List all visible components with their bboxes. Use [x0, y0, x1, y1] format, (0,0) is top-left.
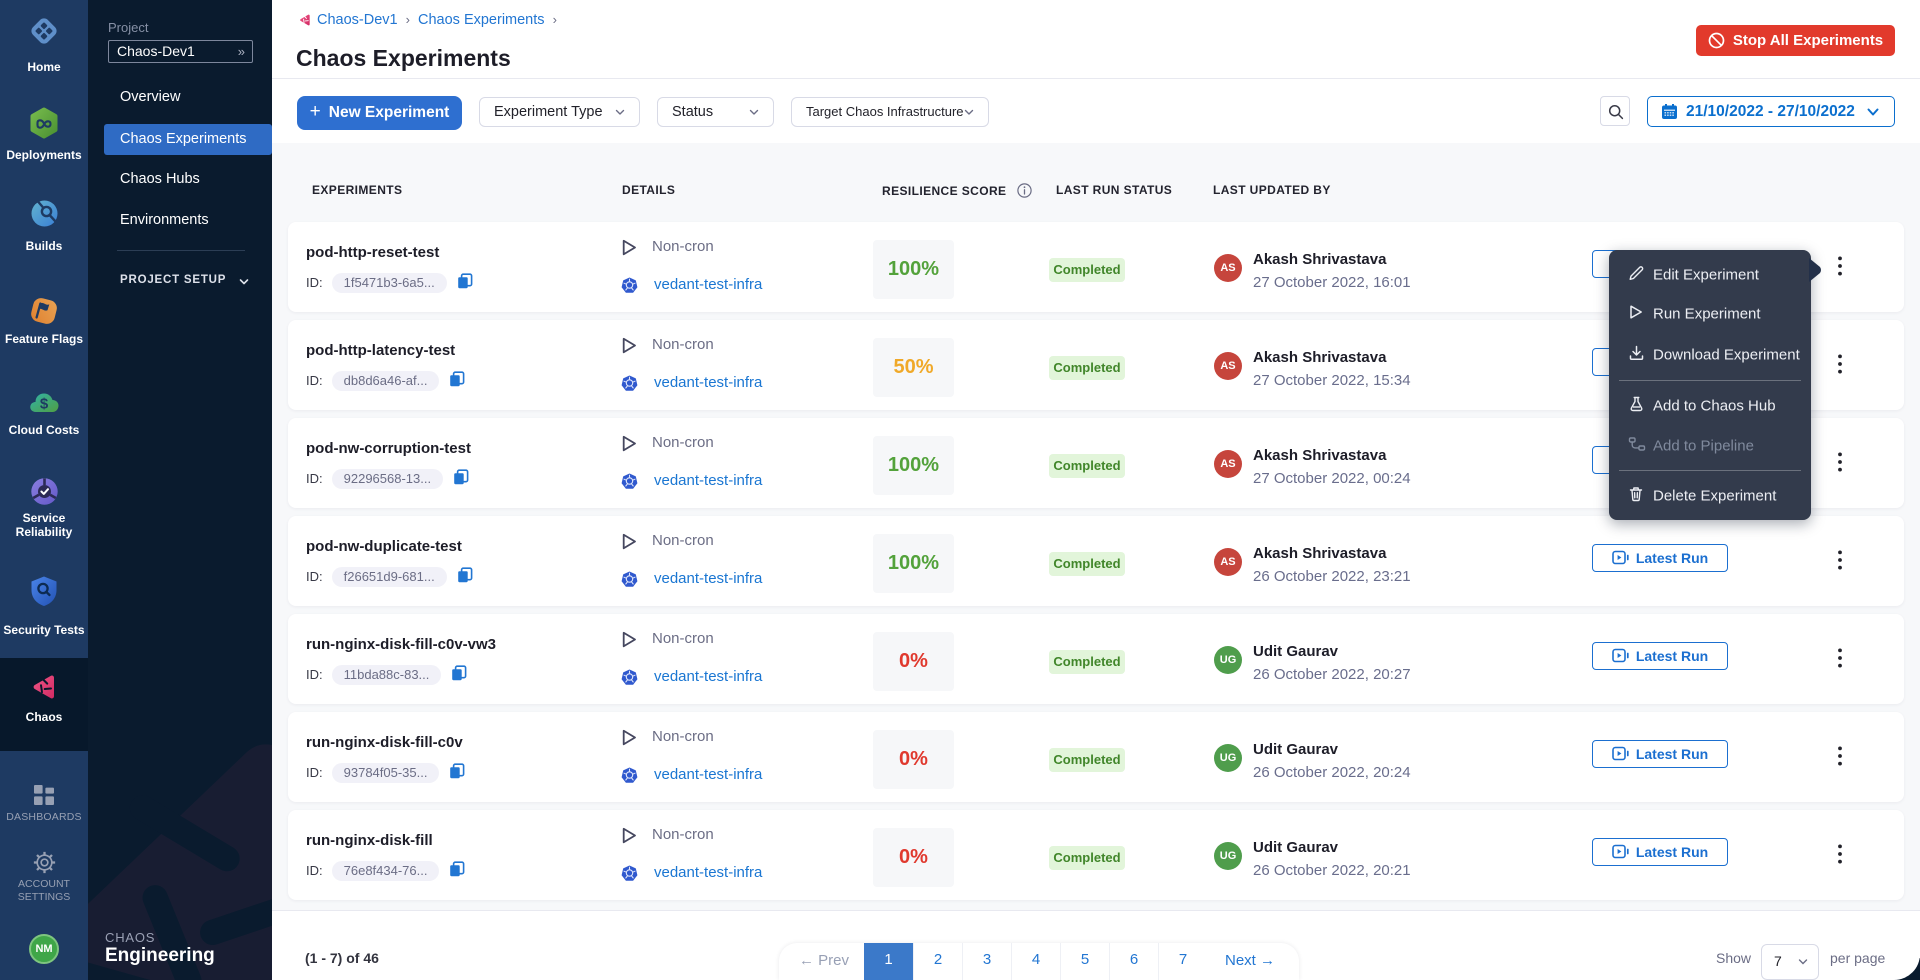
- svg-text:$: $: [40, 396, 49, 413]
